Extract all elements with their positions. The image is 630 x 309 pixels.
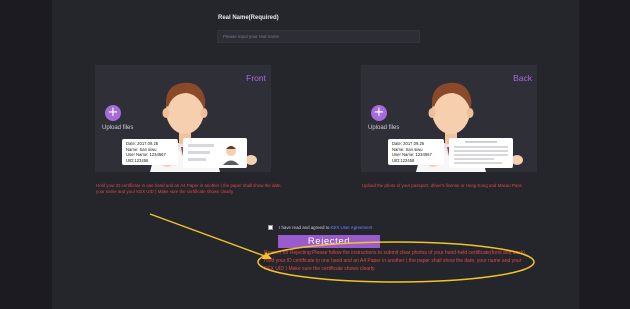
upload-plus-icon[interactable]: +: [371, 105, 387, 121]
agreement-text: I have read and agreed to KEX User Agree…: [279, 225, 372, 230]
real-name-label: Real Name(Required): [218, 15, 279, 21]
upload-plus-icon[interactable]: +: [105, 105, 121, 121]
front-instruction-note: Hold your ID certificate in one hand and…: [96, 183, 282, 194]
back-upload-card[interactable]: Back + Upload files Date: 2017.09.26 Nam…: [361, 65, 537, 172]
rejected-status-button[interactable]: Rejected: [278, 235, 380, 248]
real-name-placeholder: Please input your real name: [223, 34, 280, 39]
back-instruction-note: Upload the photo of your passport, drive…: [362, 183, 522, 188]
id-uid-text: UID:123456: [126, 157, 149, 163]
front-upload-card[interactable]: Front + Upload files Date: 2017.09.26 Na…: [95, 65, 271, 172]
user-agreement-link[interactable]: KEX User Agreement: [331, 225, 373, 230]
front-info-card: Date: 2017.09.26 Name: San siwu User Nam…: [122, 139, 178, 165]
front-id-card: [183, 138, 247, 168]
id-card-back-icon: [454, 141, 508, 164]
id-uid-text: UID:123456: [392, 157, 415, 163]
real-name-input[interactable]: Please input your real name: [217, 30, 420, 43]
id-card-front-icon: [188, 144, 239, 165]
agreement-checkbox[interactable]: [268, 225, 273, 230]
back-info-card: Date: 2017.09.26 Name: San siwu User Nam…: [388, 139, 444, 165]
back-upload-label[interactable]: Upload files: [368, 125, 399, 131]
back-card-title: Back: [513, 73, 532, 83]
rejection-reason-text: Reason for Rejecting:Please follow the i…: [264, 250, 527, 273]
back-id-card: [449, 138, 513, 168]
front-card-title: Front: [246, 73, 266, 83]
front-upload-label[interactable]: Upload files: [102, 125, 133, 131]
agreement-label: I have read and agreed to: [279, 225, 330, 230]
